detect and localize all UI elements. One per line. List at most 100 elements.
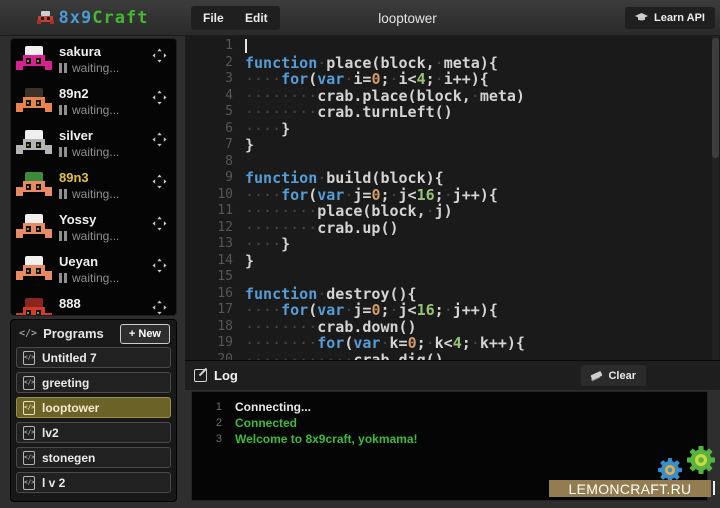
line-number: 3 — [185, 71, 245, 88]
player-status: waiting... — [59, 103, 119, 117]
code-line[interactable]: 16function·destroy(){ — [185, 286, 720, 303]
graduation-cap-icon — [635, 13, 648, 23]
player-name: Ueyan — [59, 254, 98, 269]
player-avatar — [16, 130, 52, 159]
log-entry-number: 1 — [192, 399, 235, 415]
code-line[interactable]: 2function·place(block,·meta){ — [185, 55, 720, 72]
move-player-icon[interactable] — [152, 174, 167, 189]
player-name: 89n2 — [59, 86, 89, 101]
move-player-icon[interactable] — [152, 216, 167, 231]
code-editor[interactable]: 12function·place(block,·meta){3····for(v… — [185, 36, 720, 360]
editor-scrollbar-thumb[interactable] — [712, 38, 719, 158]
player-status: waiting... — [59, 271, 119, 285]
player-row[interactable]: sakurawaiting... — [11, 39, 176, 81]
line-number: 8 — [185, 154, 245, 171]
program-item[interactable]: </> looptower — [16, 397, 171, 418]
code-line[interactable]: 7} — [185, 137, 720, 154]
code-text: ····for(var·j=0;·j<16;·j++){ — [245, 302, 498, 319]
code-text: function·build(block){ — [245, 170, 444, 187]
program-file-icon: </> — [23, 451, 35, 465]
code-line[interactable]: 14} — [185, 253, 720, 270]
program-item[interactable]: </>Untitled 7 — [16, 347, 171, 368]
player-avatar — [16, 172, 52, 201]
code-text: function·place(block,·meta){ — [245, 55, 498, 72]
move-player-icon[interactable] — [152, 90, 167, 105]
program-file-icon: </> — [23, 351, 35, 365]
code-line[interactable]: 10····for(var·j=0;·j<16;·j++){ — [185, 187, 720, 204]
line-number: 6 — [185, 121, 245, 138]
pause-icon — [59, 63, 67, 73]
player-name: silver — [59, 128, 93, 143]
eraser-icon — [591, 371, 603, 380]
code-text: ····} — [245, 121, 290, 138]
player-name: Yossy — [59, 212, 96, 227]
code-line[interactable]: 11········place(block,·j) — [185, 203, 720, 220]
player-avatar — [16, 256, 52, 285]
code-line[interactable]: 4········crab.place(block,·meta) — [185, 88, 720, 105]
code-line[interactable]: 19········for(var·k=0;·k<4;·k++){ — [185, 335, 720, 352]
player-row[interactable]: Yossywaiting... — [11, 207, 176, 249]
move-player-icon[interactable] — [152, 132, 167, 147]
pause-icon — [59, 105, 67, 115]
program-item[interactable]: </>greeting — [16, 372, 171, 393]
player-row[interactable]: silver waiting... — [11, 123, 176, 165]
line-number: 19 — [185, 335, 245, 352]
code-text: function·destroy(){ — [245, 286, 417, 303]
document-title: looptower — [185, 0, 630, 36]
code-line[interactable]: 15 — [185, 269, 720, 286]
app-title: 8x9Craft — [59, 8, 149, 28]
player-status-text: waiting... — [72, 103, 119, 117]
watermark-banner: LEMONCRAFT.RU — [549, 480, 711, 497]
programs-title: Programs — [43, 326, 114, 341]
log-entry-text: Connected — [235, 415, 297, 431]
program-item[interactable]: </>stonegen — [16, 447, 171, 468]
programs-header: </> Programs + New — [11, 320, 176, 347]
code-line[interactable]: 1 — [185, 38, 720, 55]
editor-scrollbar-track[interactable] — [712, 36, 719, 360]
line-number: 16 — [185, 286, 245, 303]
player-row[interactable]: 89n3waiting... — [11, 165, 176, 207]
code-text: ········crab.up() — [245, 220, 399, 237]
program-file-icon: </> — [23, 401, 35, 415]
text-cursor — [245, 39, 247, 53]
code-text — [245, 38, 247, 55]
player-row[interactable]: 89n2 waiting... — [11, 81, 176, 123]
code-line[interactable]: 18········crab.down() — [185, 319, 720, 336]
line-number: 5 — [185, 104, 245, 121]
code-text: ····} — [245, 236, 290, 253]
move-player-icon[interactable] — [152, 258, 167, 273]
code-line[interactable]: 6····} — [185, 121, 720, 138]
code-line[interactable]: 9function·build(block){ — [185, 170, 720, 187]
programs-panel: </> Programs + New </>Untitled 7 </>greet… — [10, 319, 177, 502]
player-status-text: waiting... — [72, 61, 119, 75]
line-number: 12 — [185, 220, 245, 237]
code-text: ········place(block,·j) — [245, 203, 453, 220]
player-status: waiting... — [59, 313, 119, 316]
line-number: 17 — [185, 302, 245, 319]
player-row[interactable]: Ueyan waiting... — [11, 249, 176, 291]
code-line[interactable]: 5········crab.turnLeft() — [185, 104, 720, 121]
player-status-text: waiting... — [72, 145, 119, 159]
clear-log-button[interactable]: Clear — [581, 365, 646, 386]
code-line[interactable]: 8 — [185, 154, 720, 171]
code-line[interactable]: 3····for(var·i=0;·i<4;·i++){ — [185, 71, 720, 88]
log-entry-text: Connecting... — [235, 399, 311, 415]
code-line[interactable]: 12········crab.up() — [185, 220, 720, 237]
robot-logo-icon — [37, 11, 54, 25]
move-player-icon[interactable] — [152, 48, 167, 63]
program-item[interactable]: </>l v 2 — [16, 472, 171, 493]
learn-api-button[interactable]: Learn API — [625, 7, 715, 29]
program-name: l v 2 — [42, 476, 65, 490]
code-line[interactable]: 13····} — [185, 236, 720, 253]
code-text: ········for(var·k=0;·k<4;·k++){ — [245, 335, 525, 352]
code-line[interactable]: 17····for(var·j=0;·j<16;·j++){ — [185, 302, 720, 319]
new-program-button[interactable]: + New — [120, 324, 170, 344]
program-item[interactable]: </>lv2 — [16, 422, 171, 443]
move-player-icon[interactable] — [152, 300, 167, 315]
program-name: looptower — [42, 401, 99, 415]
log-entry: 3Welcome to 8x9craft, yokmama! — [192, 431, 707, 447]
player-row[interactable]: 888waiting... — [11, 291, 176, 316]
code-line[interactable]: 20············crab.dig() — [185, 352, 720, 361]
log-header: Log Clear — [185, 360, 720, 390]
learn-api-label: Learn API — [654, 12, 705, 24]
